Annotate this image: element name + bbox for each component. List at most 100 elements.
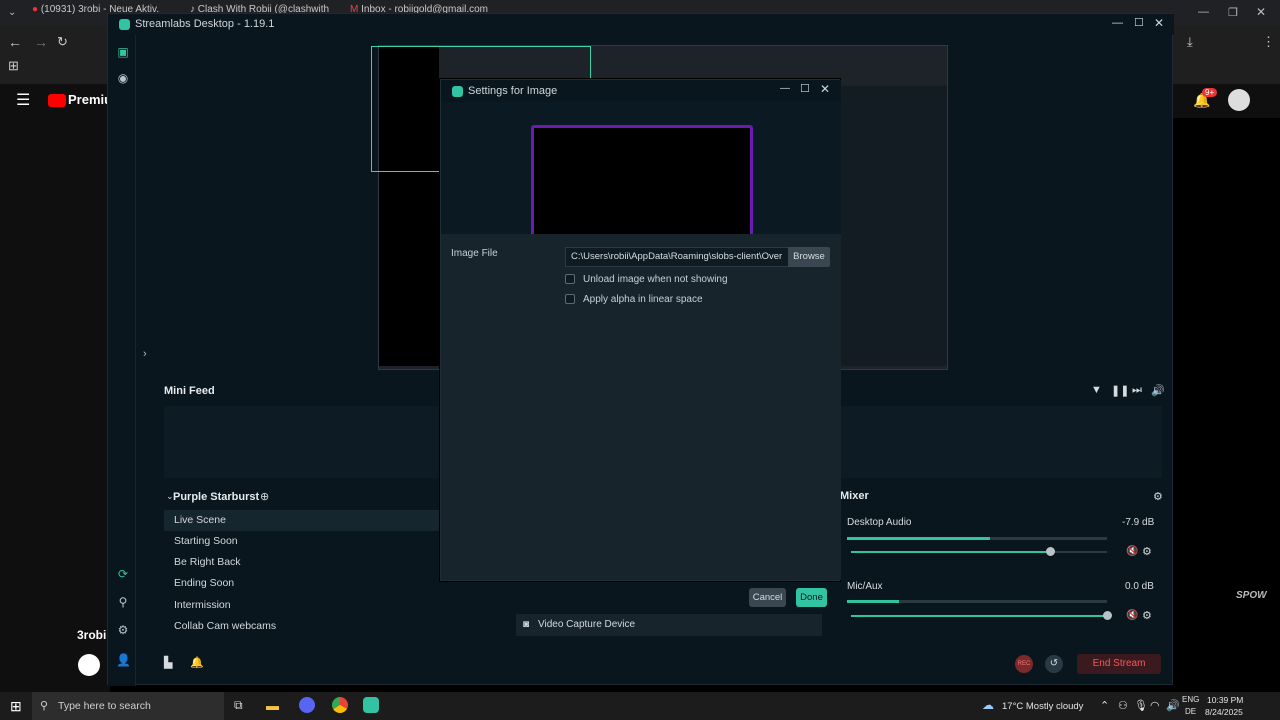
tab-menu-icon[interactable]: ⌄ [8,7,16,18]
unload-checkbox[interactable] [565,274,575,284]
cancel-button[interactable]: Cancel [749,588,786,607]
hamburger-icon[interactable]: ☰ [16,90,30,110]
expand-chevron-icon[interactable]: › [143,348,147,360]
taskbar-search[interactable]: ⚲ Type here to search [32,692,224,720]
streamlabs-logo-icon [452,86,463,97]
side-nav: ▣ ◉ ⟳ ⚲ ⚙ 👤 [108,35,136,686]
volume-slider-handle[interactable] [1103,611,1112,620]
download-icon[interactable]: ⤓ [1187,34,1193,50]
close-icon[interactable]: ✕ [820,82,830,96]
network-icon[interactable]: ⚇ [1118,699,1128,712]
gear-icon[interactable]: ⚙ [1142,609,1152,622]
chrome-icon[interactable] [332,697,348,713]
mixer-title: Mixer [840,490,869,502]
settings-icon[interactable]: ⚙ [116,623,130,637]
skip-icon[interactable]: ⏭ [1132,384,1142,397]
speaker-icon[interactable]: 🔊 [1166,699,1180,712]
volume-slider-handle[interactable] [1046,547,1055,556]
more-icon[interactable]: ⋮ [1262,34,1275,50]
volume-slider-fill [851,615,1107,617]
minimize-icon[interactable]: — [1198,6,1209,18]
close-icon[interactable]: ✕ [1256,5,1266,19]
youtube-left-area: 3robi [0,118,110,698]
maximize-icon[interactable]: ❐ [1228,6,1238,19]
discord-icon[interactable] [299,697,315,713]
mixer-panel: Mixer ⚙ Desktop Audio -7.9 dB 🔇 ⚙ Mic/Au… [840,488,1165,638]
volume-icon[interactable]: 🔊 [1151,384,1165,397]
profile-icon[interactable]: 👤 [116,653,131,667]
mixer-channel-db: -7.9 dB [1122,517,1155,528]
pause-icon[interactable]: ❚❚ [1111,384,1129,397]
source-item[interactable]: ◙ Video Capture Device [516,614,822,636]
task-view-icon[interactable]: ⧉ [234,698,243,713]
channel-name[interactable]: 3robi [77,628,106,642]
alpha-checkbox[interactable] [565,294,575,304]
maximize-icon[interactable]: ☐ [1134,16,1144,29]
end-stream-button[interactable]: End Stream [1077,654,1161,674]
stats-icon[interactable]: ▙ [164,656,172,669]
taskbar: ⊞ ⚲ Type here to search ⧉ ▬ ☁ 17°C Mostl… [0,692,1280,720]
apps-icon[interactable]: ⊞ [8,58,19,74]
gear-icon[interactable]: ⚙ [1142,545,1152,558]
scene-item[interactable]: Ending Soon [164,573,440,594]
volume-slider[interactable] [851,615,1107,617]
youtube-logo-icon[interactable] [48,94,66,107]
mic-icon[interactable]: 🎙 [1134,699,1148,712]
lang-indicator[interactable]: ENG [1182,695,1199,704]
dialog-title: Settings for Image [468,85,558,97]
reload-icon[interactable]: ↻ [57,34,68,50]
close-icon[interactable]: ✕ [1154,16,1164,30]
browse-button[interactable]: Browse [788,247,830,267]
mute-icon[interactable]: 🔇 [1126,610,1138,621]
volume-slider-fill [851,551,1051,553]
maximize-icon[interactable]: ☐ [800,82,810,95]
search-icon: ⚲ [40,700,49,712]
dialog-form: Image File C:\Users\robii\AppData\Roamin… [441,234,841,580]
clock-date: 8/24/2025 [1205,707,1243,717]
scene-collection-header: ⌄ Purple Starburst ⊕ [164,489,440,507]
filter-icon[interactable]: ▼ [1091,384,1102,396]
back-icon[interactable]: ← [8,34,22,50]
mini-feed-title: Mini Feed [164,385,215,397]
record-button[interactable]: REC [1015,655,1033,673]
level-meter [847,537,1107,540]
level-meter-fill [847,600,899,603]
gear-icon[interactable]: ⚙ [1153,490,1163,503]
scene-item[interactable]: Be Right Back [164,552,440,573]
file-explorer-icon[interactable]: ▬ [266,698,279,713]
bottom-bar: ▙ 🔔 REC ↺ End Stream [157,650,1167,680]
image-path-input[interactable]: C:\Users\robii\AppData\Roaming\slobs-cli… [565,247,789,267]
scene-item[interactable]: Intermission [164,595,440,616]
minimize-icon[interactable]: — [1112,17,1123,29]
streamlabs-logo-icon [119,19,130,30]
themes-icon[interactable]: ◉ [116,71,130,85]
region-indicator: DE [1185,707,1197,716]
volume-slider[interactable] [851,551,1107,553]
search-placeholder: Type here to search [58,700,151,712]
streamlabs-taskbar-icon[interactable] [363,697,379,713]
alert-icon[interactable]: 🔔 [190,656,204,669]
scene-collection-title[interactable]: Purple Starburst [173,491,259,503]
replay-icon[interactable]: ↺ [1045,655,1063,673]
scenes-list: Live Scene Starting Soon Be Right Back E… [164,508,440,636]
minimize-icon[interactable]: — [780,83,790,94]
done-button[interactable]: Done [796,588,827,607]
highlighter-icon[interactable]: ⟳ [116,567,130,581]
mixer-channel-name: Desktop Audio [847,517,912,528]
editor-icon[interactable]: ▣ [116,45,130,59]
clock-time[interactable]: 10:39 PM [1207,695,1243,705]
weather-text[interactable]: 17°C Mostly cloudy [1002,701,1083,712]
channel-avatar[interactable] [78,654,100,676]
tray-chevron-icon[interactable]: ⌃ [1100,699,1109,712]
level-meter [847,600,1107,603]
studio-icon[interactable]: ⚲ [116,595,130,609]
wifi-icon[interactable]: ◠ [1150,699,1160,712]
scene-item[interactable]: Live Scene [164,510,440,531]
mute-icon[interactable]: 🔇 [1126,546,1138,557]
scene-item[interactable]: Starting Soon [164,531,440,552]
windows-start-icon[interactable]: ⊞ [10,698,22,715]
avatar[interactable] [1228,89,1250,111]
forward-icon[interactable]: → [34,34,48,50]
scene-item[interactable]: Collab Cam webcams [164,616,440,637]
add-icon[interactable]: ⊕ [260,490,269,503]
